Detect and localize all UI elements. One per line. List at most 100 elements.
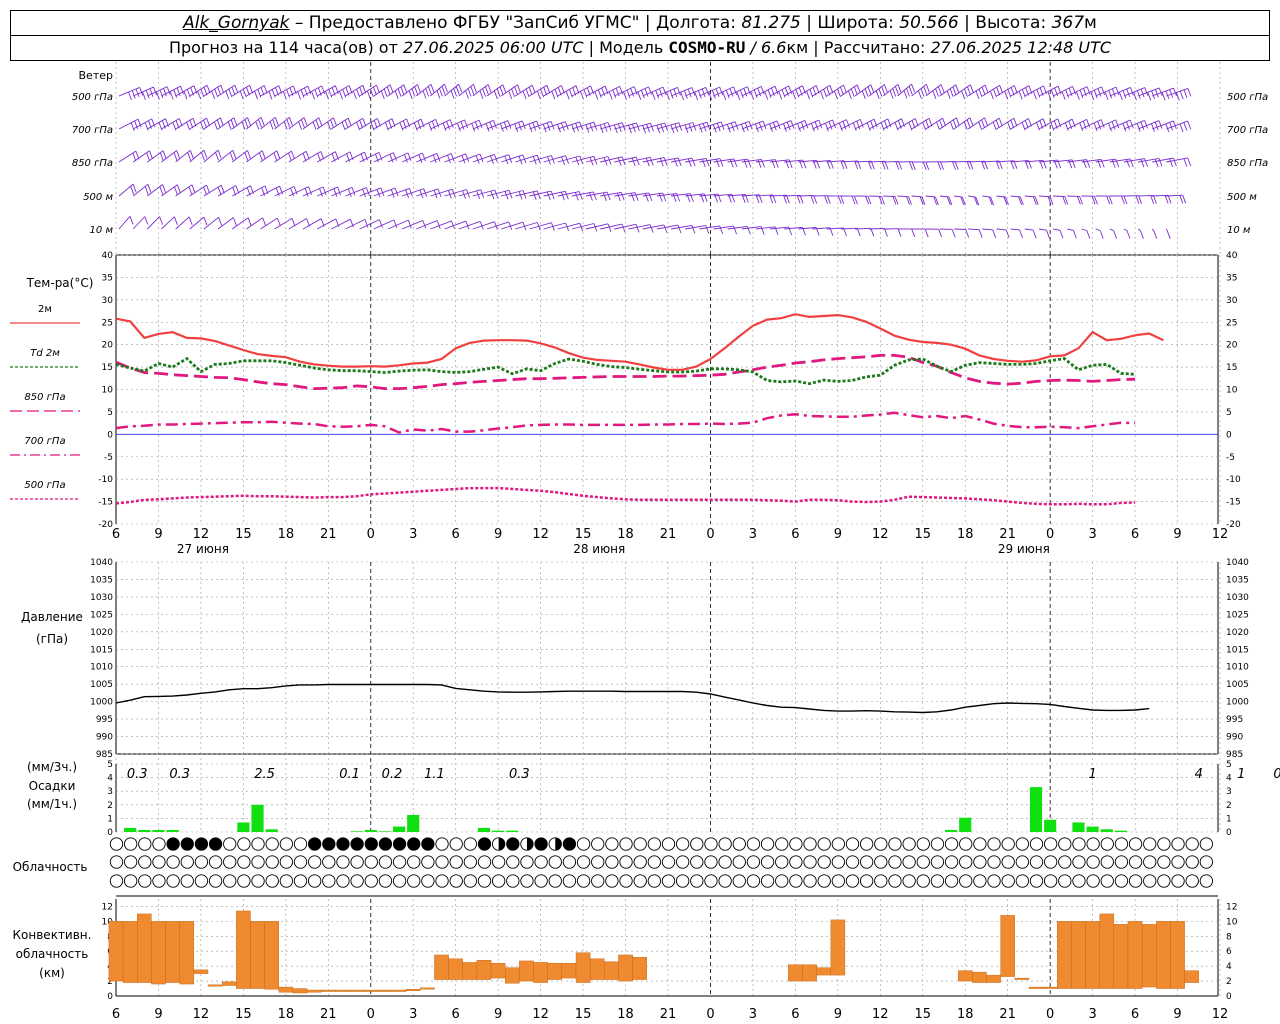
wind-barb-feather	[969, 84, 974, 93]
convective-cloud-bar	[575, 952, 591, 983]
wind-barb-feather	[1187, 88, 1192, 97]
wind-barb-feather	[922, 161, 927, 171]
wind-barb-feather	[300, 89, 305, 98]
convective-cloud-bar	[165, 921, 180, 983]
precip-ytick-right: 4	[1226, 774, 1232, 784]
cloud-cover-symbol	[520, 855, 534, 869]
wind-barb-shaft	[826, 84, 844, 97]
wind-barb-feather	[992, 229, 997, 238]
convective-cloud-bar	[1113, 924, 1129, 989]
cloud-cover-symbol	[1199, 855, 1213, 869]
wind-barb-feather	[680, 91, 685, 101]
wind-barb-feather	[898, 161, 903, 170]
convective-cloud-bar	[391, 989, 407, 992]
wind-barb-feather	[428, 122, 433, 131]
wind-barb-feather	[416, 84, 421, 93]
pressure-panel-title: Давление	[21, 610, 83, 624]
wind-barb-feather	[203, 149, 208, 159]
convective-cloud-bar	[207, 984, 223, 987]
wind-barb-feather	[649, 157, 654, 166]
wind-barb-feather	[697, 90, 702, 99]
wind-barb-feather	[847, 90, 852, 100]
wind-barb-feather	[949, 121, 954, 131]
wind-barb-feather	[183, 91, 188, 100]
wind-barb-feather	[272, 119, 277, 128]
wind-barb-feather	[189, 150, 194, 159]
wind-barb-feather	[242, 88, 247, 98]
wind-barb-feather	[894, 86, 899, 95]
wind-barb-feather	[465, 90, 469, 99]
cloud-cover-symbol	[1143, 855, 1157, 869]
wind-barb-feather	[482, 88, 487, 97]
wind-barb-feather	[824, 123, 829, 132]
cloud-cover-symbol	[463, 874, 477, 888]
wind-barb-feather	[875, 90, 880, 99]
wind-barb-feather	[536, 90, 541, 100]
temp-xtick-label: 3	[1088, 527, 1096, 542]
wind-barb-feather	[352, 90, 357, 100]
cloud-cover-symbol	[760, 855, 775, 869]
cloud-cover-symbol	[1185, 855, 1199, 869]
wind-barb-feather	[258, 119, 262, 128]
wind-barb-feather	[820, 90, 824, 100]
wind-barb-feather	[602, 192, 607, 201]
wind-barb-feather	[1111, 121, 1116, 130]
wind-barb-feather	[883, 228, 888, 237]
wind-barb-feather	[883, 84, 888, 93]
wind-barb-feather	[436, 153, 441, 162]
wind-barb-shaft	[982, 228, 993, 231]
wind-barb-feather	[130, 186, 135, 195]
wind-barb-feather	[1136, 123, 1141, 132]
cloud-cover-symbol	[477, 837, 492, 851]
cloud-cover-symbol	[1114, 874, 1129, 888]
precip-bar	[237, 822, 250, 832]
wind-barb-shaft	[260, 116, 276, 130]
wind-barb-shaft	[175, 117, 194, 130]
cloud-cover-symbol	[293, 837, 308, 851]
wind-barb-feather	[1135, 195, 1140, 204]
convective-cloud-bar	[1170, 921, 1185, 989]
wind-barb-feather	[1018, 91, 1023, 100]
wind-barb-shaft	[1137, 228, 1141, 232]
wind-barb-feather	[442, 122, 447, 132]
cloud-cover-symbol	[237, 837, 251, 851]
cloud-cover-symbol	[378, 855, 393, 869]
cloud-cover-symbol	[506, 855, 520, 869]
cloud-cover-symbol	[1128, 874, 1143, 888]
wind-barb-feather	[166, 86, 171, 95]
wind-barb-feather	[1182, 195, 1187, 204]
convective-cloud-bar	[292, 988, 308, 994]
cloud-cover-symbol	[1072, 855, 1086, 869]
wind-barb-shaft	[373, 84, 391, 97]
cloud-cover-symbol	[874, 837, 888, 851]
wind-barb-shaft	[1151, 228, 1155, 232]
wind-barb-feather	[626, 89, 631, 99]
wind-barb-feather	[949, 88, 954, 97]
wind-barb-feather	[303, 117, 308, 126]
cloud-cover-symbol	[251, 837, 265, 851]
wind-barb-feather	[1093, 90, 1098, 99]
wind-barb-feather	[493, 120, 497, 129]
wind-barb-feather	[297, 91, 302, 100]
wind-barb-shaft	[996, 117, 1015, 130]
wind-barb-feather	[422, 220, 427, 229]
convective-cloud-bar	[1141, 924, 1157, 988]
wind-barb-feather	[288, 117, 293, 126]
wind-barb-feather	[430, 84, 435, 93]
wind-level-label-left: 700 гПа	[72, 125, 113, 136]
wind-barb-feather	[197, 90, 202, 100]
cloud-cover-symbol	[1086, 837, 1100, 851]
temp-xtick-label: 0	[367, 527, 375, 542]
wind-barb-feather	[828, 121, 833, 130]
wind-barb-feather	[635, 224, 640, 233]
cloud-cover-symbol	[265, 874, 279, 888]
cloud-cover-symbol	[576, 837, 591, 851]
precip-bar	[138, 829, 151, 832]
conv-xtick-label: 6	[452, 1007, 460, 1022]
wind-barb-shaft	[189, 149, 205, 163]
wind-barb-feather	[1152, 195, 1157, 204]
wind-barb-feather	[487, 84, 492, 93]
wind-barb-feather	[511, 88, 516, 98]
cloud-cover-symbol	[831, 874, 845, 888]
wind-barb-feather	[233, 117, 238, 126]
